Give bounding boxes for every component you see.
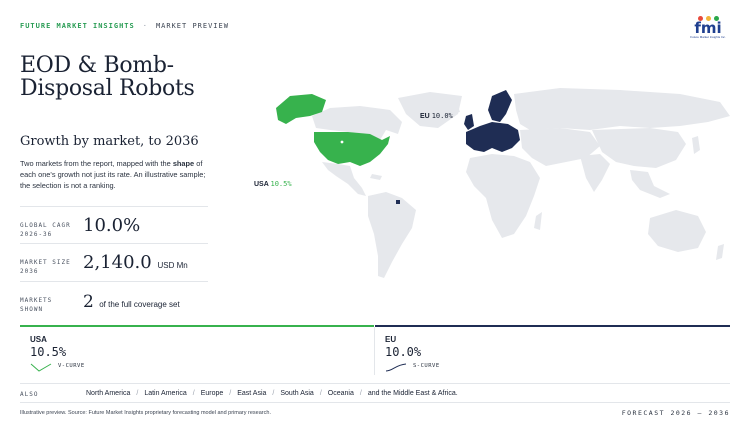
madagascar-shape — [534, 212, 542, 230]
market-cards: USA 10.5% V-CURVE EU 10.0% S-CURVE — [20, 325, 730, 375]
footer-source-note: Illustrative preview. Source: Future Mar… — [20, 410, 271, 416]
card-growth-value: 10.0% — [385, 345, 422, 359]
stat-label-line: 2026-36 — [20, 231, 53, 238]
stat-label-line: MARKETS — [20, 297, 53, 304]
map-label-name: EU — [420, 113, 430, 120]
card-accent-bar — [20, 325, 374, 327]
australia-shape — [648, 210, 706, 252]
stat-label: MARKET SIZE 2036 — [20, 258, 71, 276]
market-card-eu[interactable]: EU 10.0% S-CURVE — [375, 325, 730, 375]
card-accent-bar — [375, 325, 730, 327]
region-separator: / — [229, 390, 232, 397]
logo-text: fmi — [694, 19, 722, 37]
stat-value: 10.0% — [83, 215, 140, 236]
new-zealand-shape — [716, 244, 724, 260]
region-link[interactable]: North America — [86, 390, 130, 397]
description: Two markets from the report, mapped with… — [20, 158, 210, 191]
region-list: North America / Latin America / Europe /… — [86, 390, 458, 397]
header-separator: · — [142, 22, 148, 30]
region-separator: / — [192, 390, 195, 397]
map-label-pct: 10.5% — [270, 180, 292, 188]
stat-label-line: 2036 — [20, 268, 39, 275]
stat-global-cagr: GLOBAL CAGR 2026-36 10.0% — [20, 206, 208, 244]
region-link[interactable]: South Asia — [280, 390, 313, 397]
region-link[interactable]: Europe — [201, 390, 224, 397]
region-link[interactable]: East Asia — [237, 390, 266, 397]
mexico-shape — [322, 162, 366, 196]
stat-label-line: GLOBAL CAGR — [20, 222, 71, 229]
s-curve-icon — [385, 363, 407, 372]
map-label-pct: 10.0% — [431, 112, 453, 120]
scandinavia-shape — [488, 90, 512, 122]
map-label-eu: EU 10.0% — [420, 112, 453, 120]
guiana-highlight — [396, 200, 400, 204]
description-text: Two markets from the report, mapped with… — [20, 159, 173, 168]
stat-number: 2,140.0 — [83, 252, 152, 273]
stat-market-size: MARKET SIZE 2036 2,140.0 USD Mn — [20, 243, 208, 281]
region-link[interactable]: and the Middle East & Africa. — [368, 390, 458, 397]
v-curve-icon — [30, 363, 52, 372]
top-bar: FUTURE MARKET INSIGHTS · MARKET PREVIEW — [20, 22, 229, 30]
also-label: ALSO — [20, 391, 39, 398]
region-separator: / — [319, 390, 322, 397]
japan-shape — [692, 136, 700, 154]
usa-marker — [340, 140, 344, 144]
stat-label: GLOBAL CAGR 2026-36 — [20, 221, 71, 239]
stat-value: 2 of the full coverage set — [83, 292, 180, 312]
stat-number: 2 — [83, 292, 94, 312]
region-separator: / — [359, 390, 362, 397]
region-separator: / — [136, 390, 139, 397]
fmi-logo[interactable]: fmi Future Market Insights Inc. — [688, 16, 728, 40]
page-title: EOD & Bomb-Disposal Robots — [20, 53, 195, 101]
stat-label-line: MARKET SIZE — [20, 259, 71, 266]
description-emphasis: shape — [172, 159, 195, 168]
map-label-usa: USA 10.5% — [254, 180, 292, 188]
stat-label-line: SHOWN — [20, 306, 44, 313]
card-shape-name: V-CURVE — [58, 363, 85, 369]
region-link[interactable]: Latin America — [144, 390, 186, 397]
stat-unit: USD Mn — [157, 261, 188, 270]
map-label-name: USA — [254, 181, 269, 188]
logo-subtext: Future Market Insights Inc. — [690, 35, 726, 39]
card-market-name: USA — [30, 335, 47, 344]
card-market-name: EU — [385, 335, 397, 344]
page-subtitle: Growth by market, to 2036 — [20, 134, 199, 149]
india-shape — [580, 154, 610, 192]
card-shape-name: S-CURVE — [413, 363, 440, 369]
africa-shape — [466, 154, 540, 238]
southeast-asia-shape — [630, 170, 670, 198]
stat-label: MARKETS SHOWN — [20, 296, 52, 314]
stat-value: 2,140.0 USD Mn — [83, 252, 188, 273]
world-map-svg — [276, 88, 730, 278]
card-growth-value: 10.5% — [30, 345, 67, 359]
russia-shape — [514, 88, 730, 130]
south-america-shape — [368, 192, 416, 278]
world-map: EU 10.0% USA 10.5% — [230, 70, 750, 310]
uk-shape — [464, 114, 474, 130]
stat-markets-shown: MARKETS SHOWN 2 of the full coverage set — [20, 281, 208, 319]
stat-number: 10.0% — [83, 215, 141, 236]
region-link[interactable]: Oceania — [328, 390, 354, 397]
also-regions-row: ALSO North America / Latin America / Eur… — [20, 383, 730, 403]
footer-forecast-range: FORECAST 2026 – 2036 — [621, 409, 730, 417]
eu-shape — [466, 122, 520, 152]
market-card-usa[interactable]: USA 10.5% V-CURVE — [20, 325, 374, 375]
region-separator: / — [272, 390, 275, 397]
brand-name: FUTURE MARKET INSIGHTS — [20, 22, 135, 30]
stat-unit: of the full coverage set — [99, 300, 180, 309]
caribbean-shape — [370, 174, 382, 180]
section-label: MARKET PREVIEW — [155, 22, 229, 30]
